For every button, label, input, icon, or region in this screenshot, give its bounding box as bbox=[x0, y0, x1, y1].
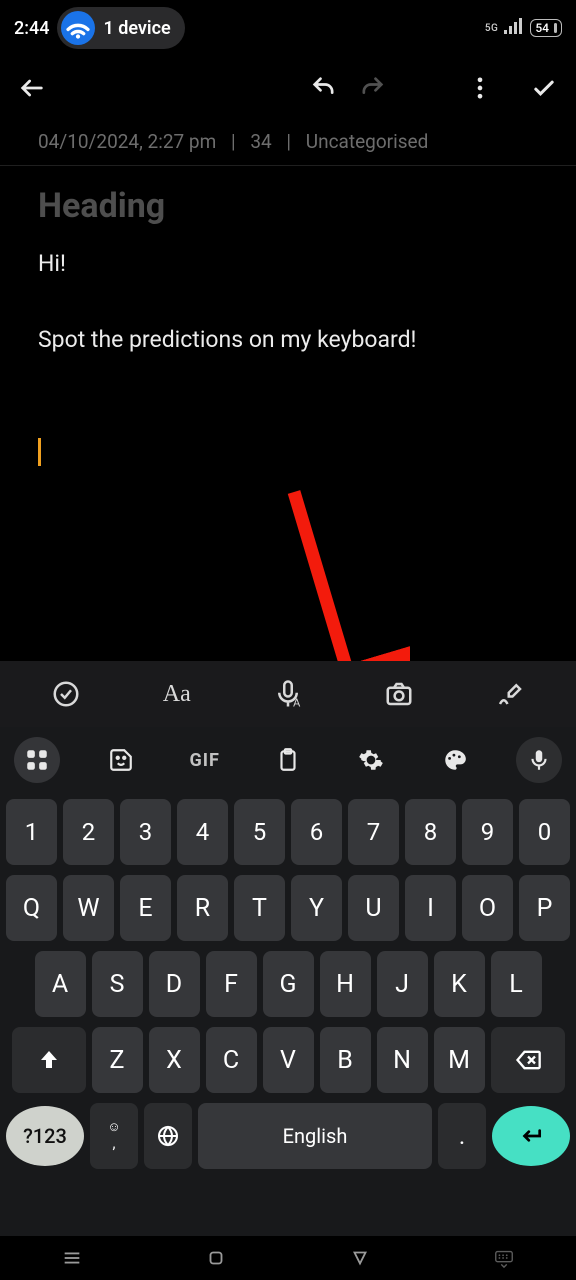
camera-icon[interactable] bbox=[384, 679, 414, 709]
key-9[interactable]: 9 bbox=[462, 799, 513, 865]
key-4[interactable]: 4 bbox=[177, 799, 228, 865]
clipboard-icon[interactable] bbox=[266, 738, 310, 782]
key-8[interactable]: 8 bbox=[405, 799, 456, 865]
key-d[interactable]: D bbox=[149, 951, 200, 1017]
redo-icon bbox=[358, 74, 386, 102]
key-p[interactable]: P bbox=[519, 875, 570, 941]
key-2[interactable]: 2 bbox=[63, 799, 114, 865]
note-body[interactable]: Hi! Spot the predictions on my keyboard! bbox=[38, 248, 538, 466]
settings-icon[interactable] bbox=[349, 738, 393, 782]
key-v[interactable]: V bbox=[263, 1027, 314, 1093]
back-icon[interactable] bbox=[18, 74, 46, 102]
key-emoji-comma[interactable]: ☺ , bbox=[90, 1103, 138, 1169]
format-toolbar: Aa A bbox=[0, 661, 576, 727]
draw-icon[interactable] bbox=[495, 679, 525, 709]
text-cursor bbox=[38, 438, 41, 466]
status-bar: 2:44 1 device 5G 54 bbox=[0, 0, 576, 56]
soft-keyboard: GIF 1 2 3 4 5 6 7 8 9 0 Q W E bbox=[0, 727, 576, 1280]
sticker-icon[interactable] bbox=[99, 738, 143, 782]
theme-icon[interactable] bbox=[433, 738, 477, 782]
key-n[interactable]: N bbox=[377, 1027, 428, 1093]
key-y[interactable]: Y bbox=[291, 875, 342, 941]
voice-text-icon[interactable]: A bbox=[273, 679, 303, 709]
key-q[interactable]: Q bbox=[6, 875, 57, 941]
text-style-icon[interactable]: Aa bbox=[162, 679, 192, 709]
apps-grid-icon[interactable] bbox=[14, 737, 60, 783]
key-symbols[interactable]: ?123 bbox=[6, 1106, 84, 1166]
nav-recents[interactable] bbox=[42, 1247, 102, 1269]
key-j[interactable]: J bbox=[377, 951, 428, 1017]
cast-icon bbox=[61, 11, 95, 45]
key-b[interactable]: B bbox=[320, 1027, 371, 1093]
heading-placeholder[interactable]: Heading bbox=[38, 186, 538, 226]
key-enter[interactable] bbox=[492, 1106, 570, 1166]
key-language[interactable] bbox=[144, 1103, 192, 1169]
key-k[interactable]: K bbox=[434, 951, 485, 1017]
key-f[interactable]: F bbox=[206, 951, 257, 1017]
keyboard-toolbar: GIF bbox=[0, 727, 576, 793]
key-row-bottom: ?123 ☺ , English . bbox=[6, 1103, 570, 1169]
note-line: Hi! bbox=[38, 248, 538, 280]
mic-icon[interactable] bbox=[516, 737, 562, 783]
key-row-numbers: 1 2 3 4 5 6 7 8 9 0 bbox=[6, 799, 570, 865]
key-space[interactable]: English bbox=[198, 1103, 432, 1169]
device-count-pill[interactable]: 1 device bbox=[57, 7, 184, 49]
gif-button[interactable]: GIF bbox=[183, 738, 227, 782]
key-t[interactable]: T bbox=[234, 875, 285, 941]
note-line: Spot the predictions on my keyboard! bbox=[38, 324, 538, 356]
key-3[interactable]: 3 bbox=[120, 799, 171, 865]
key-shift[interactable] bbox=[12, 1027, 86, 1093]
key-r[interactable]: R bbox=[177, 875, 228, 941]
key-row-asdf: A S D F G H J K L bbox=[6, 951, 570, 1017]
key-i[interactable]: I bbox=[405, 875, 456, 941]
done-icon[interactable] bbox=[530, 74, 558, 102]
undo-icon[interactable] bbox=[310, 74, 338, 102]
more-icon[interactable] bbox=[466, 74, 494, 102]
key-g[interactable]: G bbox=[263, 951, 314, 1017]
key-0[interactable]: 0 bbox=[519, 799, 570, 865]
note-editor[interactable]: Heading Hi! Spot the predictions on my k… bbox=[0, 166, 576, 470]
key-7[interactable]: 7 bbox=[348, 799, 399, 865]
key-6[interactable]: 6 bbox=[291, 799, 342, 865]
clock: 2:44 bbox=[14, 18, 49, 39]
key-z[interactable]: Z bbox=[92, 1027, 143, 1093]
signal-icon bbox=[504, 18, 524, 39]
key-backspace[interactable] bbox=[491, 1027, 565, 1093]
key-1[interactable]: 1 bbox=[6, 799, 57, 865]
key-e[interactable]: E bbox=[120, 875, 171, 941]
battery-indicator: 54 bbox=[530, 19, 562, 37]
key-m[interactable]: M bbox=[434, 1027, 485, 1093]
note-meta: 04/10/2024, 2:27 pm | 34 | Uncategorised bbox=[0, 120, 576, 157]
nav-back[interactable] bbox=[330, 1247, 390, 1269]
key-l[interactable]: L bbox=[491, 951, 542, 1017]
key-w[interactable]: W bbox=[63, 875, 114, 941]
key-h[interactable]: H bbox=[320, 951, 371, 1017]
key-o[interactable]: O bbox=[462, 875, 513, 941]
key-a[interactable]: A bbox=[35, 951, 86, 1017]
note-timestamp: 04/10/2024, 2:27 pm bbox=[38, 130, 216, 153]
key-period[interactable]: . bbox=[438, 1103, 486, 1169]
note-category[interactable]: Uncategorised bbox=[306, 130, 429, 153]
note-char-count: 34 bbox=[250, 130, 271, 153]
key-row-qwerty: Q W E R T Y U I O P bbox=[6, 875, 570, 941]
nav-hide-keyboard[interactable] bbox=[474, 1247, 534, 1269]
nav-home[interactable] bbox=[186, 1247, 246, 1269]
key-5[interactable]: 5 bbox=[234, 799, 285, 865]
key-row-zxcv: Z X C V B N M bbox=[6, 1027, 570, 1093]
key-c[interactable]: C bbox=[206, 1027, 257, 1093]
svg-text:A: A bbox=[293, 697, 301, 710]
app-toolbar bbox=[0, 56, 576, 120]
key-u[interactable]: U bbox=[348, 875, 399, 941]
checklist-icon[interactable] bbox=[51, 679, 81, 709]
key-s[interactable]: S bbox=[92, 951, 143, 1017]
device-count-label: 1 device bbox=[103, 18, 170, 39]
system-nav-bar bbox=[0, 1236, 576, 1280]
network-type: 5G bbox=[485, 23, 499, 34]
key-x[interactable]: X bbox=[149, 1027, 200, 1093]
